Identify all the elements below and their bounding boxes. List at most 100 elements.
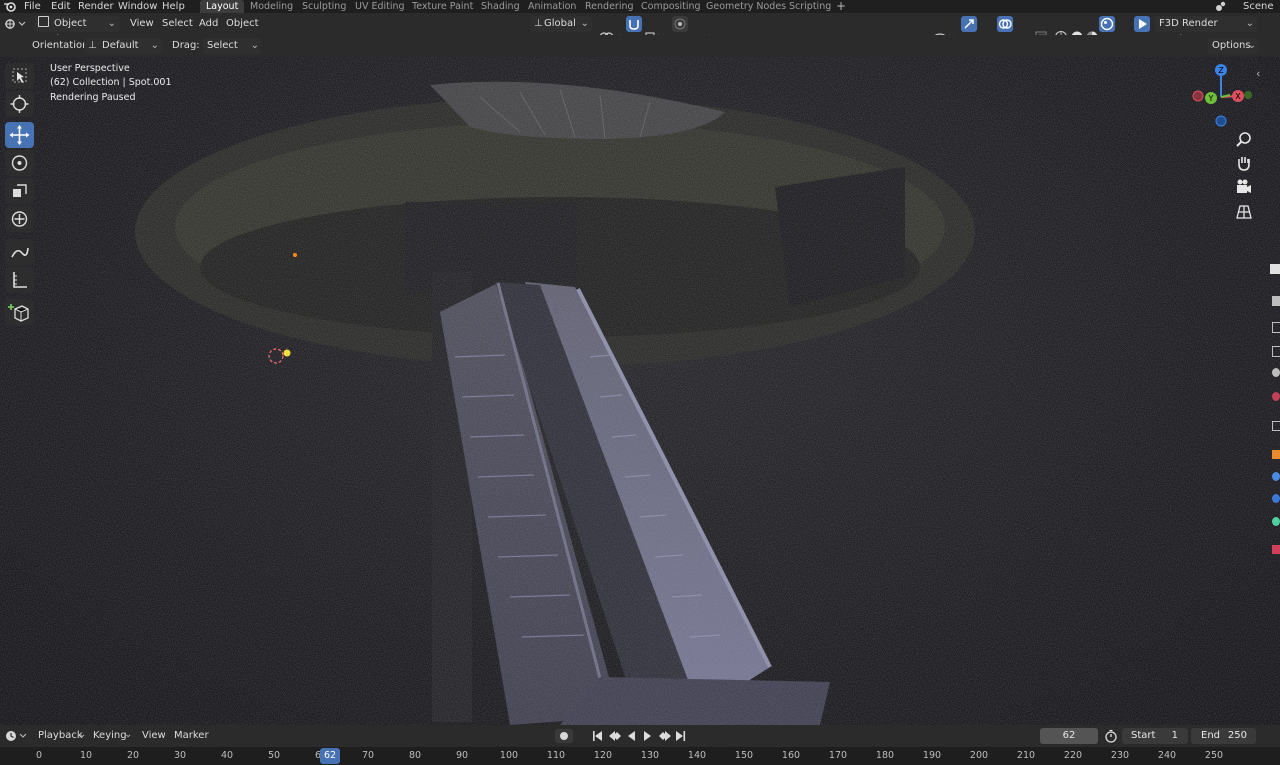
tab-texture-paint[interactable]: Texture Paint (406, 0, 479, 13)
scene-icon[interactable] (1215, 1, 1227, 12)
blender-logo-icon[interactable] (3, 1, 17, 12)
add-cube-icon (8, 304, 29, 322)
menu-object[interactable]: Object (226, 16, 259, 32)
texture-properties-icon[interactable] (1272, 545, 1280, 554)
navigation-gizmo[interactable]: Z Y X (1190, 61, 1254, 131)
current-frame-field[interactable]: 62 (1040, 728, 1098, 744)
jump-end-icon[interactable] (676, 731, 686, 741)
collection-properties-icon[interactable] (1272, 421, 1280, 431)
playhead-marker[interactable]: 62 (320, 748, 340, 764)
render-play-icon[interactable] (1134, 16, 1150, 32)
transform-icon (11, 211, 28, 227)
overlays-toggle-icon[interactable] (997, 16, 1013, 32)
prev-keyframe-icon[interactable] (609, 731, 621, 741)
modifier-properties-icon[interactable] (1272, 472, 1280, 481)
jump-start-icon[interactable] (593, 731, 602, 741)
orientation-dropdown[interactable]: ⊥ Default ⌄ (84, 38, 162, 54)
tab-shading[interactable]: Shading (475, 0, 526, 13)
play-reverse-icon[interactable] (628, 731, 635, 741)
timeline-editor-icon[interactable] (5, 730, 27, 742)
ruler-tick: 10 (79, 750, 93, 761)
tab-modeling[interactable]: Modeling (244, 0, 299, 13)
stopwatch-icon[interactable] (1104, 729, 1118, 743)
next-keyframe-icon[interactable] (659, 731, 671, 741)
menu-select[interactable]: Select (162, 16, 193, 32)
annotate-tool[interactable] (5, 239, 34, 265)
camera-icon[interactable] (1234, 177, 1254, 197)
scene-selector[interactable]: Scene (1243, 0, 1274, 13)
orientation-value: Default (102, 40, 139, 51)
timeline-ruler[interactable]: 0 10 20 30 40 50 6 70 80 90 100 110 120 … (0, 747, 1280, 765)
options-label: Options (1212, 40, 1251, 51)
chevron-left-icon[interactable]: ‹ (1256, 67, 1260, 80)
neg-z-axis-icon[interactable] (1215, 115, 1227, 127)
tab-layout[interactable]: Layout (200, 0, 245, 13)
options-dropdown[interactable]: Options ⌄ (1208, 38, 1258, 54)
scene-properties-icon[interactable] (1272, 368, 1280, 377)
menu-file[interactable]: File (24, 0, 41, 13)
timeline-menu-keying[interactable]: Keying (93, 728, 127, 744)
rendered-shading-icon[interactable] (1099, 16, 1115, 32)
3d-viewport[interactable]: User Perspective (62) Collection | Spot.… (0, 57, 1280, 725)
add-workspace-button[interactable]: + (836, 0, 846, 13)
tab-animation[interactable]: Animation (522, 0, 582, 13)
neg-x-axis-icon[interactable] (1192, 90, 1204, 102)
end-frame-field[interactable]: End 250 (1191, 728, 1256, 744)
timeline-menu-view[interactable]: View (142, 728, 166, 744)
neg-y-axis-icon[interactable] (1244, 91, 1252, 99)
scale-tool[interactable] (5, 178, 34, 204)
tab-uv-editing[interactable]: UV Editing (349, 0, 411, 13)
ruler-tick: 120 (593, 750, 613, 761)
orientation-axes-icon: ⊥ (88, 40, 97, 51)
drag-dropdown[interactable]: Select Box ⌄ (203, 38, 261, 67)
move-tool[interactable] (5, 122, 34, 148)
menu-window[interactable]: Window (118, 0, 157, 13)
annotate-pencil-icon (11, 247, 29, 258)
measure-tool[interactable] (5, 267, 34, 293)
object-mode-dropdown[interactable]: Object Mode ⌄ (34, 16, 120, 45)
menu-render[interactable]: Render (78, 0, 114, 13)
constraint-properties-icon[interactable] (1272, 494, 1280, 503)
render-settings-dropdown[interactable]: F3D Render Settings ⌄ (1155, 16, 1257, 45)
chevron-down-icon[interactable]: ⌄ (124, 729, 132, 740)
menu-add[interactable]: Add (199, 16, 218, 32)
play-icon[interactable] (644, 731, 651, 741)
transform-tool[interactable] (5, 206, 34, 232)
light-data-icon[interactable] (1272, 517, 1280, 526)
tab-geometry-nodes[interactable]: Geometry Nodes (700, 0, 792, 13)
chevron-down-icon[interactable]: ⌄ (78, 729, 86, 740)
menu-view[interactable]: View (130, 16, 154, 32)
tab-compositing[interactable]: Compositing (635, 0, 707, 13)
view-layer-icon[interactable] (1272, 346, 1280, 357)
tab-rendering[interactable]: Rendering (579, 0, 640, 13)
spot-light-origin[interactable] (283, 349, 291, 357)
timeline-menu-playback[interactable]: Playback (38, 728, 83, 744)
record-button[interactable] (555, 729, 573, 743)
rendered-scene[interactable] (0, 57, 1280, 725)
pan-hand-icon[interactable] (1234, 153, 1254, 173)
tab-sculpting[interactable]: Sculpting (296, 0, 352, 13)
timeline-menu-marker[interactable]: Marker (174, 728, 209, 744)
editor-type-icon[interactable] (4, 17, 26, 31)
select-box-tool[interactable] (5, 63, 34, 89)
zoom-icon[interactable] (1234, 130, 1254, 150)
cursor-crosshair-icon (10, 95, 29, 113)
tool-properties-icon[interactable] (1270, 264, 1280, 274)
cursor-tool[interactable] (5, 91, 34, 117)
output-properties-icon[interactable] (1272, 322, 1280, 333)
transform-orientation-dropdown[interactable]: ⊥Global ⌄ (530, 16, 592, 32)
start-frame-field[interactable]: Start 1 (1122, 728, 1188, 744)
menu-help[interactable]: Help (162, 0, 185, 13)
light-origin-dot[interactable] (293, 253, 297, 257)
render-properties-icon[interactable] (1272, 296, 1280, 306)
menu-edit[interactable]: Edit (51, 0, 70, 13)
world-properties-icon[interactable] (1272, 392, 1280, 401)
snap-toggle-icon[interactable] (626, 16, 642, 32)
rotate-tool[interactable] (5, 150, 34, 176)
add-cube-tool[interactable] (5, 299, 34, 325)
gizmo-toggle-icon[interactable] (961, 16, 977, 32)
tab-scripting[interactable]: Scripting (783, 0, 837, 13)
perspective-grid-icon[interactable] (1234, 202, 1254, 222)
object-properties-icon[interactable] (1272, 450, 1280, 459)
proportional-edit-icon[interactable] (672, 16, 688, 32)
